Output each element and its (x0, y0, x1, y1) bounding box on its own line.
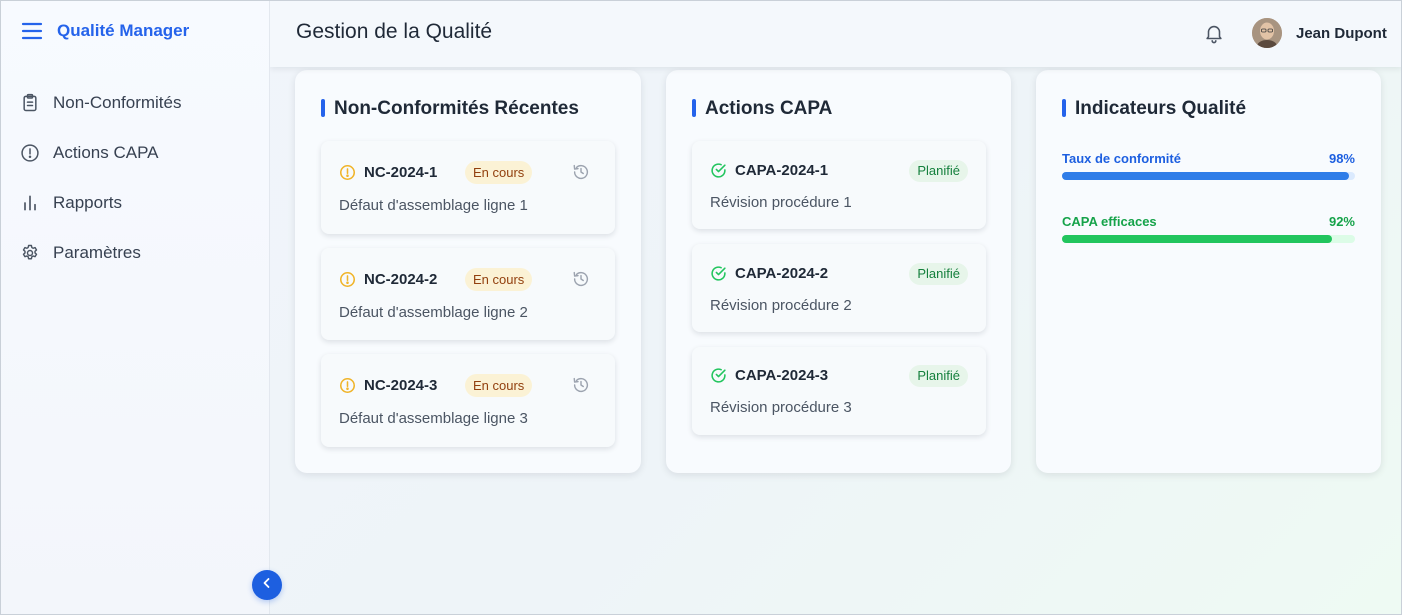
history-icon[interactable] (572, 376, 590, 394)
nc-card[interactable]: NC-2024-3 En cours Défaut d'assemblage l… (321, 354, 615, 447)
status-badge: En cours (465, 374, 533, 397)
capa-description: Révision procédure 3 (710, 399, 852, 416)
sidebar-item-non-conformites[interactable]: Non-Conformités (0, 78, 270, 128)
warning-circle-icon (339, 377, 356, 394)
bell-icon[interactable] (1203, 22, 1225, 44)
actions-capa-panel: Actions CAPA CAPA-2024-1 Planifié Révisi… (666, 70, 1011, 473)
chevron-left-icon (261, 576, 273, 594)
clipboard-icon (20, 93, 40, 113)
sidebar-item-label: Rapports (53, 193, 122, 212)
collapse-sidebar-button[interactable] (252, 570, 282, 600)
nc-code: NC-2024-3 (364, 377, 438, 394)
check-circle-icon (710, 265, 727, 282)
sidebar-item-actions-capa[interactable]: Actions CAPA (0, 128, 270, 178)
status-badge: Planifié (909, 160, 968, 182)
indicateurs-panel: Indicateurs Qualité Taux de conformité 9… (1036, 70, 1381, 473)
nc-card[interactable]: NC-2024-2 En cours Défaut d'assemblage l… (321, 248, 615, 340)
check-circle-icon (710, 367, 727, 384)
alert-circle-icon (20, 143, 40, 163)
capa-card[interactable]: CAPA-2024-1 Planifié Révision procédure … (692, 141, 986, 229)
nc-code: NC-2024-2 (364, 271, 438, 288)
history-icon[interactable] (572, 270, 590, 288)
sidebar-item-parametres[interactable]: Paramètres (0, 228, 270, 278)
warning-circle-icon (339, 164, 356, 181)
capa-code: CAPA-2024-1 (735, 162, 829, 179)
status-badge: Planifié (909, 365, 968, 387)
status-badge: En cours (465, 161, 533, 184)
capa-card[interactable]: CAPA-2024-3 Planifié Révision procédure … (692, 347, 986, 435)
metric-label: Taux de conformité (1062, 151, 1181, 166)
progress-track (1062, 172, 1355, 180)
check-circle-icon (710, 162, 727, 179)
top-header: Gestion de la Qualité Jean Dupont (270, 0, 1402, 67)
nc-card[interactable]: NC-2024-1 En cours Défaut d'assemblage l… (321, 141, 615, 234)
progress-fill (1062, 172, 1350, 180)
page-title: Gestion de la Qualité (296, 20, 493, 43)
non-conformites-panel: Non-Conformités Récentes NC-2024-1 En co… (295, 70, 641, 473)
capa-card[interactable]: CAPA-2024-2 Planifié Révision procédure … (692, 244, 986, 332)
capa-description: Révision procédure 1 (710, 194, 852, 211)
user-name[interactable]: Jean Dupont (1296, 25, 1387, 42)
panel-title: Non-Conformités Récentes (321, 98, 579, 120)
brand-title: Qualité Manager (57, 21, 190, 40)
progress-fill (1062, 235, 1332, 243)
capa-code: CAPA-2024-2 (735, 265, 829, 282)
metric-label: CAPA efficaces (1062, 214, 1157, 229)
metric-value: 92% (1328, 214, 1355, 229)
sidebar-item-label: Non-Conformités (53, 93, 182, 112)
nc-description: Défaut d'assemblage ligne 3 (339, 410, 528, 427)
metric-value: 98% (1328, 151, 1355, 166)
sidebar-item-label: Actions CAPA (53, 143, 159, 162)
sidebar: Qualité Manager Non-Conformités Actions … (0, 0, 270, 615)
brand: Qualité Manager (21, 18, 189, 44)
status-badge: En cours (465, 268, 533, 291)
panel-title: Indicateurs Qualité (1062, 98, 1246, 120)
avatar[interactable] (1252, 18, 1282, 48)
history-icon[interactable] (572, 163, 590, 181)
status-badge: Planifié (909, 263, 968, 285)
sidebar-item-rapports[interactable]: Rapports (0, 178, 270, 228)
sidebar-item-label: Paramètres (53, 243, 141, 262)
gear-icon (20, 243, 40, 263)
warning-circle-icon (339, 271, 356, 288)
hamburger-menu-icon[interactable] (21, 20, 43, 42)
panel-title: Actions CAPA (692, 98, 832, 120)
capa-code: CAPA-2024-3 (735, 367, 829, 384)
bar-chart-icon (20, 193, 40, 213)
progress-track (1062, 235, 1355, 243)
capa-description: Révision procédure 2 (710, 297, 852, 314)
nc-code: NC-2024-1 (364, 164, 438, 181)
sidebar-nav: Non-Conformités Actions CAPA Rapports Pa… (0, 78, 270, 278)
nc-description: Défaut d'assemblage ligne 1 (339, 197, 528, 214)
nc-description: Défaut d'assemblage ligne 2 (339, 304, 528, 321)
